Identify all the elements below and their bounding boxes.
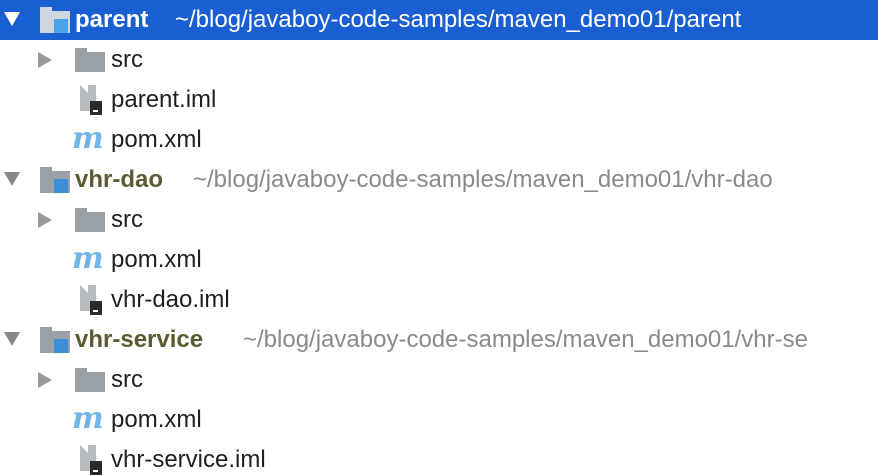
tree-row-folder[interactable]: src (0, 40, 878, 80)
folder-name: src (111, 366, 143, 393)
file-name: pom.xml (111, 246, 202, 273)
expand-arrow-icon[interactable] (38, 212, 52, 228)
tree-row-file[interactable]: m pom.xml (0, 400, 878, 440)
tree-row-vhr-service-module[interactable]: vhr-service ~/blog/javaboy-code-samples/… (0, 320, 878, 360)
module-path: ~/blog/javaboy-code-samples/maven_demo01… (243, 326, 808, 353)
module-folder-icon (40, 7, 70, 33)
iml-file-icon (76, 285, 102, 315)
file-name: vhr-service.iml (111, 446, 266, 473)
folder-icon (75, 48, 105, 72)
collapse-arrow-icon[interactable] (4, 12, 20, 26)
tree-row-file[interactable]: m pom.xml (0, 240, 878, 280)
collapse-arrow-icon[interactable] (4, 332, 20, 346)
tree-row-file[interactable]: vhr-service.iml (0, 440, 878, 476)
file-name: pom.xml (111, 126, 202, 153)
project-tree: parent ~/blog/javaboy-code-samples/maven… (0, 0, 878, 476)
module-path: ~/blog/javaboy-code-samples/maven_demo01… (193, 166, 773, 193)
module-name: parent (75, 6, 149, 33)
module-name: vhr-dao (75, 166, 164, 193)
tree-row-file[interactable]: parent.iml (0, 80, 878, 120)
folder-icon (75, 368, 105, 392)
tree-row-file[interactable]: vhr-dao.iml (0, 280, 878, 320)
folder-name: src (111, 206, 143, 233)
folder-icon (75, 208, 105, 232)
iml-file-icon (76, 445, 102, 475)
module-folder-icon (40, 167, 70, 193)
expand-arrow-icon[interactable] (38, 372, 52, 388)
module-path: ~/blog/javaboy-code-samples/maven_demo01… (175, 6, 742, 33)
tree-row-parent-module[interactable]: parent ~/blog/javaboy-code-samples/maven… (0, 0, 878, 40)
expand-arrow-icon[interactable] (38, 52, 52, 68)
module-folder-icon (40, 327, 70, 353)
maven-pom-icon: m (72, 121, 104, 156)
tree-row-folder[interactable]: src (0, 360, 878, 400)
tree-row-folder[interactable]: src (0, 200, 878, 240)
tree-row-vhr-dao-module[interactable]: vhr-dao ~/blog/javaboy-code-samples/mave… (0, 160, 878, 200)
tree-row-file[interactable]: m pom.xml (0, 120, 878, 160)
iml-file-icon (76, 85, 102, 115)
file-name: parent.iml (111, 86, 217, 113)
file-name: pom.xml (111, 406, 202, 433)
collapse-arrow-icon[interactable] (4, 172, 20, 186)
maven-pom-icon: m (72, 241, 104, 276)
module-name: vhr-service (75, 326, 204, 353)
folder-name: src (111, 46, 143, 73)
maven-pom-icon: m (72, 401, 104, 436)
file-name: vhr-dao.iml (111, 286, 230, 313)
